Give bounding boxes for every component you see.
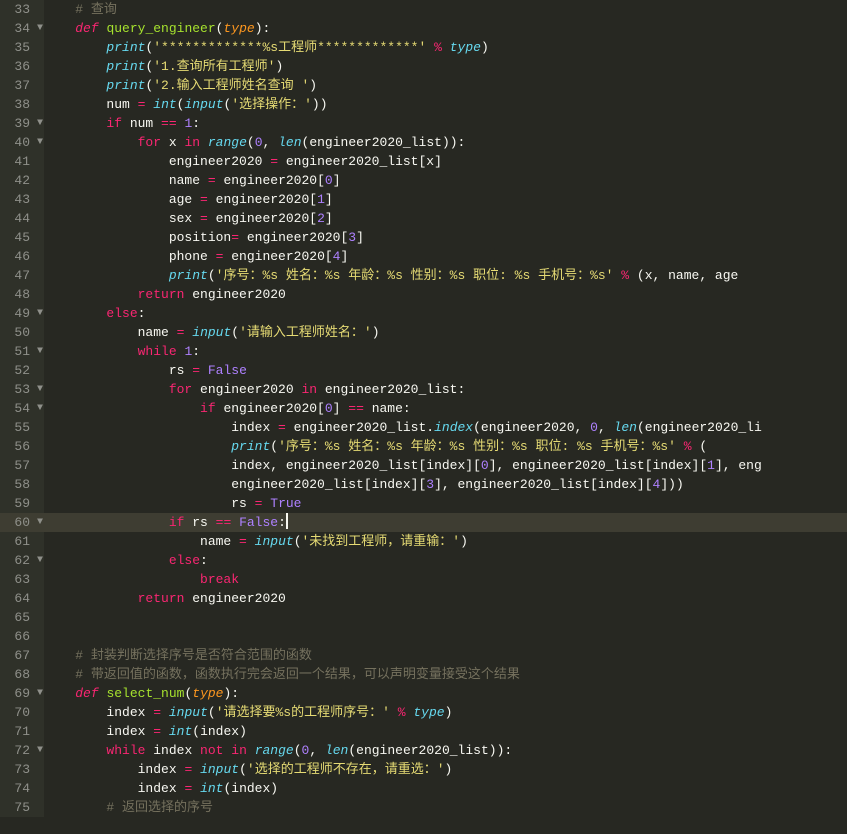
code-line[interactable]: def query_engineer(type):	[44, 19, 847, 38]
line-number: 58	[0, 475, 44, 494]
code-line[interactable]: name = engineer2020[0]	[44, 171, 847, 190]
code-line[interactable]: print('1.查询所有工程师')	[44, 57, 847, 76]
line-number: 66	[0, 627, 44, 646]
code-line[interactable]: index = int(index)	[44, 779, 847, 798]
line-number: 38	[0, 95, 44, 114]
code-line[interactable]: while 1:	[44, 342, 847, 361]
code-line[interactable]: phone = engineer2020[4]	[44, 247, 847, 266]
code-line[interactable]: # 封装判断选择序号是否符合范围的函数	[44, 646, 847, 665]
line-number: 59	[0, 494, 44, 513]
code-line[interactable]: rs = True	[44, 494, 847, 513]
line-number: 46	[0, 247, 44, 266]
line-number: 68	[0, 665, 44, 684]
code-line[interactable]: if num == 1:	[44, 114, 847, 133]
line-number: 60	[0, 513, 44, 532]
code-line[interactable]: print('2.输入工程师姓名查询 ')	[44, 76, 847, 95]
code-line[interactable]: return engineer2020	[44, 589, 847, 608]
code-line[interactable]: engineer2020_list[index][3], engineer202…	[44, 475, 847, 494]
line-number: 53	[0, 380, 44, 399]
line-number: 71	[0, 722, 44, 741]
line-number: 34	[0, 19, 44, 38]
code-line[interactable]: print('序号：%s 姓名：%s 年龄：%s 性别：%s 职位: %s 手机…	[44, 266, 847, 285]
code-line[interactable]: while index not in range(0, len(engineer…	[44, 741, 847, 760]
line-number: 70	[0, 703, 44, 722]
line-number: 75	[0, 798, 44, 817]
code-line[interactable]: print('*************%s工程师*************' …	[44, 38, 847, 57]
line-number: 43	[0, 190, 44, 209]
line-number: 64	[0, 589, 44, 608]
code-line[interactable]: return engineer2020	[44, 285, 847, 304]
line-number: 61	[0, 532, 44, 551]
code-line[interactable]	[44, 608, 847, 627]
line-number: 73	[0, 760, 44, 779]
code-line[interactable]: for x in range(0, len(engineer2020_list)…	[44, 133, 847, 152]
code-line[interactable]: # 查询	[44, 0, 847, 19]
line-number: 40	[0, 133, 44, 152]
code-line[interactable]: index = input('选择的工程师不存在，请重选：')	[44, 760, 847, 779]
code-line[interactable]: age = engineer2020[1]	[44, 190, 847, 209]
code-line[interactable]	[44, 627, 847, 646]
line-number: 41	[0, 152, 44, 171]
code-line[interactable]: break	[44, 570, 847, 589]
line-number: 45	[0, 228, 44, 247]
code-line[interactable]: index, engineer2020_list[index][0], engi…	[44, 456, 847, 475]
code-line[interactable]: engineer2020 = engineer2020_list[x]	[44, 152, 847, 171]
code-line[interactable]: position= engineer2020[3]	[44, 228, 847, 247]
line-number: 63	[0, 570, 44, 589]
text-cursor	[286, 513, 288, 529]
code-line[interactable]: index = engineer2020_list.index(engineer…	[44, 418, 847, 437]
code-line[interactable]: sex = engineer2020[2]	[44, 209, 847, 228]
line-number: 37	[0, 76, 44, 95]
line-number: 36	[0, 57, 44, 76]
code-line[interactable]: name = input('请输入工程师姓名：')	[44, 323, 847, 342]
line-number: 54	[0, 399, 44, 418]
line-number: 50	[0, 323, 44, 342]
code-line[interactable]: for engineer2020 in engineer2020_list:	[44, 380, 847, 399]
code-line[interactable]: num = int(input('选择操作：'))	[44, 95, 847, 114]
code-line[interactable]: def select_num(type):	[44, 684, 847, 703]
line-number: 57	[0, 456, 44, 475]
line-number: 62	[0, 551, 44, 570]
code-line[interactable]: rs = False	[44, 361, 847, 380]
code-line[interactable]: name = input('未找到工程师，请重输：')	[44, 532, 847, 551]
line-number: 55	[0, 418, 44, 437]
line-number: 65	[0, 608, 44, 627]
line-number: 48	[0, 285, 44, 304]
code-line[interactable]: else:	[44, 304, 847, 323]
line-number: 72	[0, 741, 44, 760]
line-number: 47	[0, 266, 44, 285]
line-number: 42	[0, 171, 44, 190]
line-number: 51	[0, 342, 44, 361]
line-gutter: 3334353637383940414243444546474849505152…	[0, 0, 44, 817]
code-line[interactable]: print('序号：%s 姓名：%s 年龄：%s 性别：%s 职位: %s 手机…	[44, 437, 847, 456]
code-editor[interactable]: 3334353637383940414243444546474849505152…	[0, 0, 847, 817]
code-line[interactable]: if engineer2020[0] == name:	[44, 399, 847, 418]
line-number: 35	[0, 38, 44, 57]
line-number: 33	[0, 0, 44, 19]
code-line[interactable]: index = input('请选择要%s的工程师序号：' % type)	[44, 703, 847, 722]
line-number: 69	[0, 684, 44, 703]
line-number: 67	[0, 646, 44, 665]
code-line[interactable]: # 带返回值的函数，函数执行完会返回一个结果，可以声明变量接受这个结果	[44, 665, 847, 684]
line-number: 39	[0, 114, 44, 133]
line-number: 52	[0, 361, 44, 380]
line-number: 49	[0, 304, 44, 323]
code-line[interactable]: # 返回选择的序号	[44, 798, 847, 817]
line-number: 74	[0, 779, 44, 798]
code-line[interactable]: else:	[44, 551, 847, 570]
line-number: 56	[0, 437, 44, 456]
code-line[interactable]: if rs == False:	[44, 513, 847, 532]
code-line[interactable]: index = int(index)	[44, 722, 847, 741]
code-area[interactable]: # 查询 def query_engineer(type): print('**…	[44, 0, 847, 817]
line-number: 44	[0, 209, 44, 228]
